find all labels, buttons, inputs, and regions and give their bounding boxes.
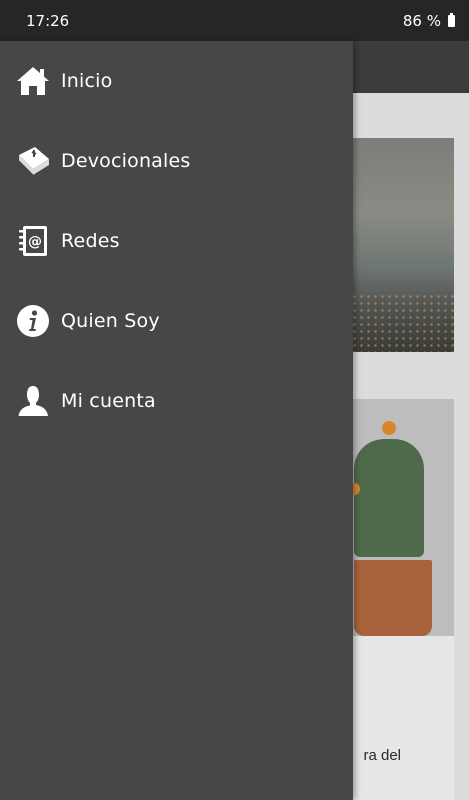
menu-item-label: Redes: [61, 230, 120, 252]
background-post-image: [344, 138, 454, 352]
status-time: 17:26: [26, 11, 70, 30]
menu-item-devocionales[interactable]: Devocionales: [0, 121, 353, 201]
menu-item-label: Mi cuenta: [61, 390, 156, 412]
menu-item-inicio[interactable]: Inicio: [0, 41, 353, 121]
address-book-icon: @: [14, 222, 52, 260]
menu-item-mi-cuenta[interactable]: Mi cuenta: [0, 361, 353, 441]
svg-text:@: @: [28, 234, 42, 250]
battery-text: 86 %: [402, 11, 441, 30]
background-card-text: ra del: [363, 747, 401, 764]
menu-item-label: Inicio: [61, 70, 113, 92]
cactus-shape: [354, 439, 424, 557]
menu-item-label: Quien Soy: [61, 310, 160, 332]
battery-icon: [448, 12, 455, 27]
user-icon: [14, 382, 52, 420]
cactus-image: [344, 399, 454, 636]
status-bar: 17:26 86 %: [0, 0, 469, 41]
navigation-drawer: Inicio Devocionales @ Redes Quien Soy Mi…: [0, 41, 353, 800]
background-post-card: ra del: [344, 399, 454, 800]
flower-shape: [382, 421, 396, 435]
pot-shape: [354, 560, 432, 636]
bible-icon: [14, 142, 52, 180]
menu-item-redes[interactable]: @ Redes: [0, 201, 353, 281]
menu-item-label: Devocionales: [61, 150, 191, 172]
info-icon: [14, 302, 52, 340]
home-icon: [14, 62, 52, 100]
menu-item-quien-soy[interactable]: Quien Soy: [0, 281, 353, 361]
status-right: 86 %: [403, 12, 455, 30]
